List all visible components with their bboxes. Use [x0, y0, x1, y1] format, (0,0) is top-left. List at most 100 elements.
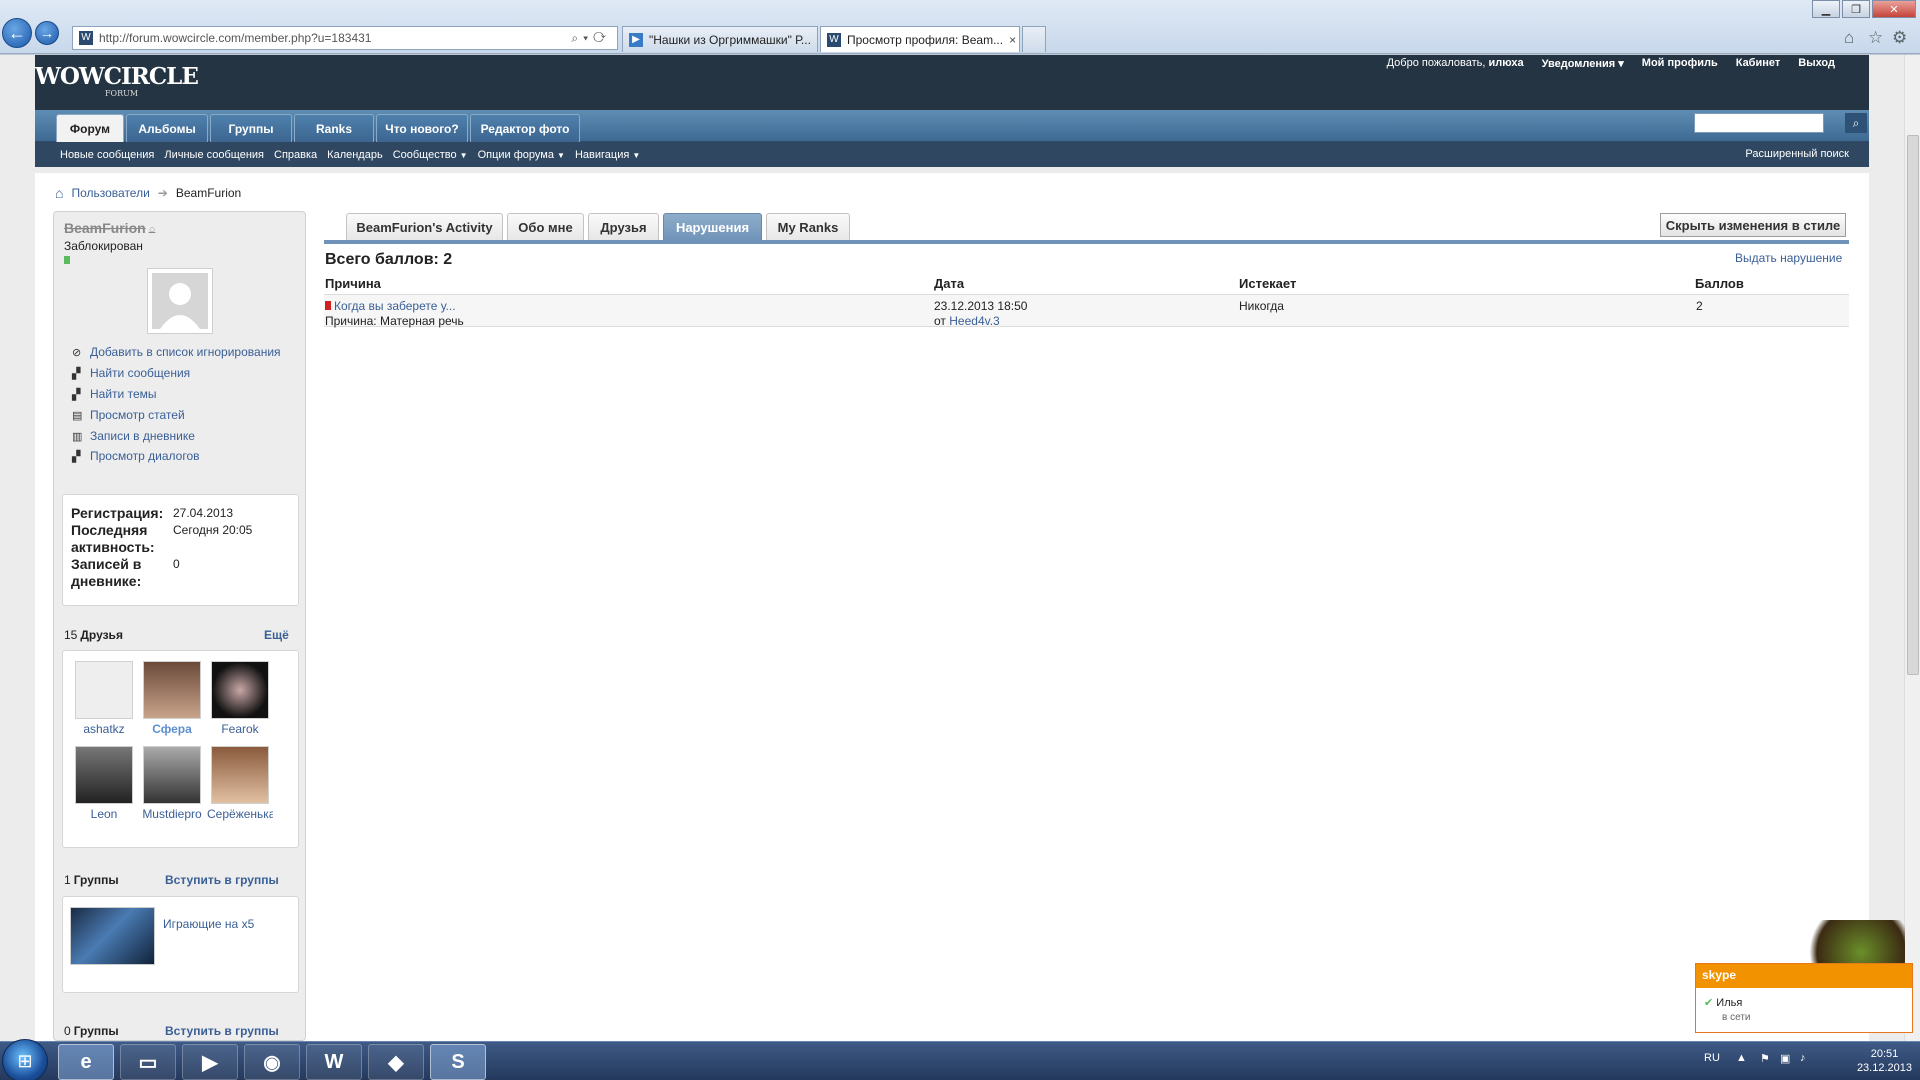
start-button-icon[interactable]: ⊞ — [2, 1039, 48, 1080]
search-input[interactable] — [1694, 113, 1824, 133]
my-profile-link[interactable]: Мой профиль — [1642, 57, 1718, 70]
welcome-text: Добро пожаловать, илюха — [1386, 57, 1524, 69]
tab-my-ranks[interactable]: My Ranks — [766, 213, 850, 241]
friend-item[interactable]: ashatkz — [71, 661, 137, 736]
close-window-button[interactable]: ✕ — [1872, 0, 1916, 18]
search-icon[interactable]: ⌕ — [1845, 113, 1867, 133]
taskbar-app-icon[interactable]: ◆ — [368, 1044, 424, 1080]
nav-tab-photo-editor[interactable]: Редактор фото — [470, 114, 580, 142]
stat-last-label: Последняя активность: — [71, 522, 155, 555]
logout-link[interactable]: Выход — [1798, 57, 1835, 70]
nav-tab-groups[interactable]: Группы — [210, 114, 292, 142]
notifications-menu[interactable]: Уведомления ▾ — [1542, 57, 1624, 70]
infraction-title[interactable]: Когда вы заберете у... — [325, 299, 456, 313]
page-scrollbar[interactable] — [1904, 55, 1920, 1041]
browser-tab-2[interactable]: W Просмотр профиля: Beam... × — [820, 26, 1020, 52]
taskbar-ie-icon[interactable]: e — [58, 1044, 114, 1080]
breadcrumb-users[interactable]: Пользователи — [71, 186, 149, 200]
profile-username: BeamFurion ○ — [64, 220, 156, 236]
clock[interactable]: 20:51 23.12.2013 — [1857, 1047, 1912, 1075]
view-articles-link[interactable]: ▤ Просмотр статей — [72, 408, 185, 422]
taskbar-explorer-icon[interactable]: ▭ — [120, 1044, 176, 1080]
site-logo[interactable]: WOWCIRCLE — [35, 63, 199, 90]
favorites-star-icon[interactable]: ☆ — [1868, 28, 1883, 48]
subnav-private-messages[interactable]: Личные сообщения — [164, 149, 264, 161]
friend-item[interactable]: Leon — [71, 746, 137, 821]
view-dialogs-link[interactable]: ▞ Просмотр диалогов — [72, 449, 200, 463]
taskbar-media-icon[interactable]: ▶ — [182, 1044, 238, 1080]
current-user-link[interactable]: илюха — [1488, 57, 1523, 69]
nav-tab-albums[interactable]: Альбомы — [126, 114, 208, 142]
taskbar-wow-icon[interactable]: W — [306, 1044, 362, 1080]
join-groups-link[interactable]: Вступить в группы — [165, 873, 279, 887]
ban-icon: ⊘ — [72, 346, 82, 359]
subnav-forum-options[interactable]: Опции форума ▼ — [478, 149, 565, 161]
subnav-help[interactable]: Справка — [274, 149, 317, 161]
tray-arrow-icon[interactable]: ▲ — [1736, 1052, 1747, 1064]
address-bar[interactable]: W http://forum.wowcircle.com/member.php?… — [72, 26, 618, 50]
site-favicon: W — [79, 31, 93, 45]
join-groups-link-2[interactable]: Вступить в группы — [165, 1024, 279, 1038]
maximize-button[interactable]: ❐ — [1842, 0, 1870, 18]
friend-item[interactable]: Fearok — [207, 661, 273, 736]
skype-notification[interactable]: skype ✔ Илья в сети — [1695, 963, 1913, 1033]
address-tools-icons[interactable]: ⌕▾⟳ — [571, 31, 611, 46]
tab-infractions[interactable]: Нарушения — [663, 213, 762, 241]
hide-style-changes-button[interactable]: Скрыть изменения в стиле — [1660, 213, 1846, 237]
skype-logo: skype — [1696, 964, 1912, 988]
flag-icon[interactable]: ⚑ — [1760, 1052, 1770, 1065]
friend-item[interactable]: Серёженька — [207, 746, 273, 821]
nav-tab-forum[interactable]: Форум — [56, 114, 124, 142]
home-icon[interactable]: ⌂ — [55, 185, 63, 201]
ignore-user-link[interactable]: ⊘ Добавить в список игнорирования — [72, 345, 281, 359]
issue-infraction-link[interactable]: Выдать нарушение — [1735, 251, 1842, 265]
nav-tab-ranks[interactable]: Ranks — [294, 114, 374, 142]
tab-close-icon[interactable]: × — [1003, 33, 1016, 47]
friend-avatar — [75, 746, 133, 804]
tab-title: "Нашки из Оргриммашки" Р... — [649, 32, 811, 47]
nav-tab-whats-new[interactable]: Что нового? — [376, 114, 468, 142]
home-icon[interactable]: ⌂ — [1844, 28, 1854, 48]
browser-tab-1[interactable]: ▶ "Нашки из Оргриммашки" Р... — [622, 26, 818, 52]
taskbar-skype-icon[interactable]: S — [430, 1044, 486, 1080]
breadcrumb: ⌂ Пользователи ➔ BeamFurion — [55, 185, 241, 201]
language-indicator[interactable]: RU — [1704, 1052, 1720, 1064]
offline-status-icon: ○ — [148, 224, 156, 236]
stat-diary-label: Записей в дневнике: — [71, 556, 142, 589]
friends-box: ashatkz Сфера Fearok Leon Mustdiepro Сер… — [62, 650, 299, 848]
diary-entries-link[interactable]: ▥ Записи в дневнике — [72, 429, 195, 443]
new-tab-button[interactable] — [1022, 26, 1046, 52]
friend-item[interactable]: Сфера — [139, 661, 205, 736]
moderator-link[interactable]: Heed4v.3 — [949, 314, 999, 328]
friend-item[interactable]: Mustdiepro — [139, 746, 205, 821]
group-name-link[interactable]: Играющие на х5 — [163, 917, 254, 931]
advanced-search-link[interactable]: Расширенный поиск — [1745, 142, 1849, 167]
back-button[interactable]: ← — [2, 18, 32, 48]
forward-button[interactable]: → — [35, 21, 59, 45]
infraction-reason: Причина: Матерная речь — [325, 314, 464, 328]
cabinet-link[interactable]: Кабинет — [1736, 57, 1781, 70]
taskbar-chrome-icon[interactable]: ◉ — [244, 1044, 300, 1080]
friends-more-link[interactable]: Ещё — [264, 628, 289, 642]
find-posts-link[interactable]: ▞ Найти сообщения — [72, 366, 190, 380]
breadcrumb-separator-icon: ➔ — [157, 186, 168, 200]
tab-activity[interactable]: BeamFurion's Activity — [346, 213, 503, 241]
find-threads-link[interactable]: ▞ Найти темы — [72, 387, 157, 401]
minimize-button[interactable]: ▁ — [1812, 0, 1840, 18]
stat-diary-value: 0 — [173, 557, 180, 571]
top-links: Добро пожаловать, илюха Уведомления ▾ Мо… — [1387, 57, 1835, 70]
network-icon[interactable]: ▣ — [1780, 1052, 1790, 1065]
scrollbar-thumb[interactable] — [1907, 135, 1919, 675]
col-points: Баллов — [1695, 276, 1744, 291]
tab-friends[interactable]: Друзья — [588, 213, 659, 241]
subnav-community[interactable]: Сообщество ▼ — [393, 149, 468, 161]
volume-icon[interactable]: ♪ — [1800, 1052, 1806, 1064]
subnav-new-posts[interactable]: Новые сообщения — [60, 149, 154, 161]
settings-gear-icon[interactable]: ⚙ — [1892, 28, 1907, 48]
col-expires: Истекает — [1239, 276, 1297, 291]
subnav-calendar[interactable]: Календарь — [327, 149, 383, 161]
tab-about[interactable]: Обо мне — [507, 213, 584, 241]
threads-icon: ▞ — [72, 388, 81, 401]
subnav-navigation[interactable]: Навигация ▼ — [575, 149, 640, 161]
group-image[interactable] — [70, 907, 155, 965]
